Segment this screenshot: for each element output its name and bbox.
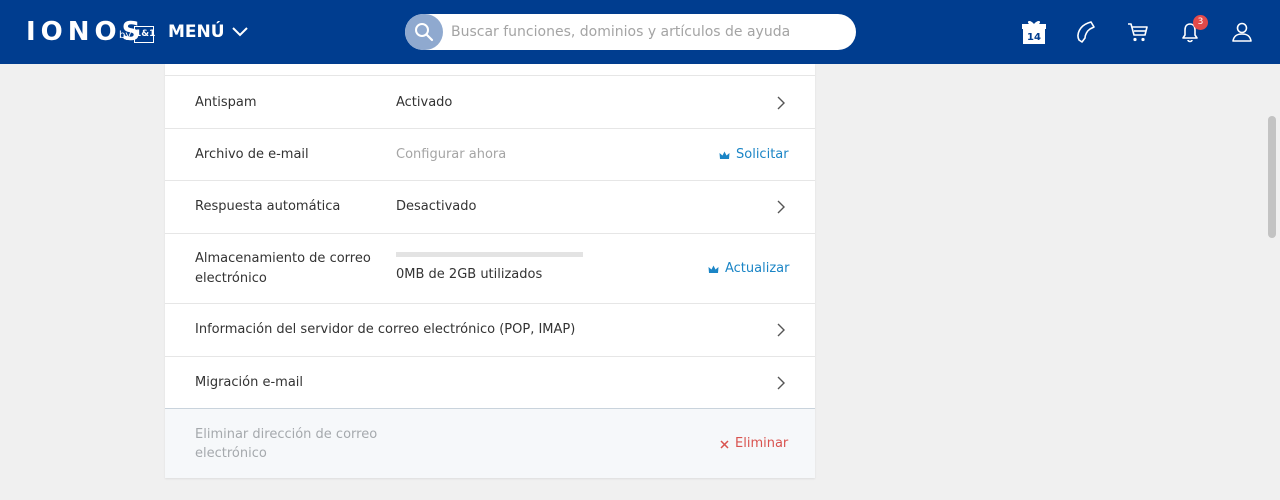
cart-icon	[1128, 23, 1148, 42]
menu-button[interactable]: MENÚ	[168, 20, 248, 44]
settings-row-antispam[interactable]: Antispam Activado	[165, 75, 815, 128]
email-settings-card: Antispam Activado Archivo de e-mail Conf…	[165, 64, 815, 478]
settings-row-migration[interactable]: Migración e-mail	[165, 356, 815, 408]
logo-by-text: by	[119, 30, 132, 41]
logo-brand-mark: 1&1	[134, 26, 155, 43]
auto-reply-value: Desactivado	[396, 199, 477, 214]
email-archive-label: Archivo de e-mail	[195, 147, 309, 162]
request-archive-link[interactable]: Solicitar	[719, 145, 789, 165]
search-icon	[415, 23, 434, 42]
search-button[interactable]	[405, 14, 443, 50]
chevron-right-icon	[777, 376, 785, 390]
chevron-down-icon	[231, 27, 248, 37]
migration-label: Migración e-mail	[195, 375, 304, 390]
upgrade-storage-label: Actualizar	[725, 261, 790, 276]
upgrade-storage-link[interactable]: Actualizar	[708, 259, 789, 279]
email-archive-value: Configurar ahora	[396, 147, 507, 162]
request-archive-label: Solicitar	[736, 147, 789, 162]
user-icon	[1232, 22, 1252, 42]
close-icon	[720, 439, 729, 449]
auto-reply-label: Respuesta automática	[195, 199, 341, 214]
settings-row-storage: Almacenamiento de correo electrónico 0MB…	[165, 233, 815, 303]
crown-icon	[708, 265, 719, 273]
delete-label-line2: electrónico	[195, 446, 267, 461]
notification-badge: 3	[1193, 15, 1208, 30]
storage-progress-bar	[396, 252, 583, 257]
top-navigation-bar: IONOS by 1&1 MENÚ 14	[0, 0, 1280, 64]
chevron-right-icon	[777, 323, 785, 337]
settings-row-email-archive: Archivo de e-mail Configurar ahora Solic…	[165, 128, 815, 180]
delete-address-button[interactable]: Eliminar	[720, 434, 788, 454]
antispam-label: Antispam	[195, 95, 257, 110]
search-bar	[405, 14, 856, 50]
search-input[interactable]	[451, 14, 846, 50]
antispam-value: Activado	[396, 95, 453, 110]
server-info-label: Información del servidor de correo elect…	[195, 322, 576, 337]
delete-label-line1: Eliminar dirección de correo	[195, 427, 378, 442]
storage-label-line2: electrónico	[195, 271, 267, 286]
account-button[interactable]	[1228, 18, 1256, 46]
gift-counter: 14	[1027, 32, 1041, 43]
storage-usage-text: 0MB de 2GB utilizados	[396, 267, 543, 282]
gift-button[interactable]: 14	[1020, 18, 1048, 46]
delete-address-label: Eliminar	[735, 436, 789, 451]
settings-row-auto-reply[interactable]: Respuesta automática Desactivado	[165, 180, 815, 233]
page-scrollbar[interactable]	[1268, 116, 1276, 238]
settings-row-delete-address: Eliminar dirección de correo electrónico…	[165, 408, 815, 478]
settings-row-server-info[interactable]: Información del servidor de correo elect…	[165, 303, 815, 356]
chevron-right-icon	[777, 200, 785, 214]
storage-label-line1: Almacenamiento de correo	[195, 251, 371, 266]
phone-button[interactable]	[1072, 18, 1100, 46]
phone-icon	[1077, 21, 1095, 43]
chevron-right-icon	[777, 96, 785, 110]
crown-icon	[719, 151, 730, 159]
cart-button[interactable]	[1124, 18, 1152, 46]
menu-label: MENÚ	[168, 22, 225, 42]
